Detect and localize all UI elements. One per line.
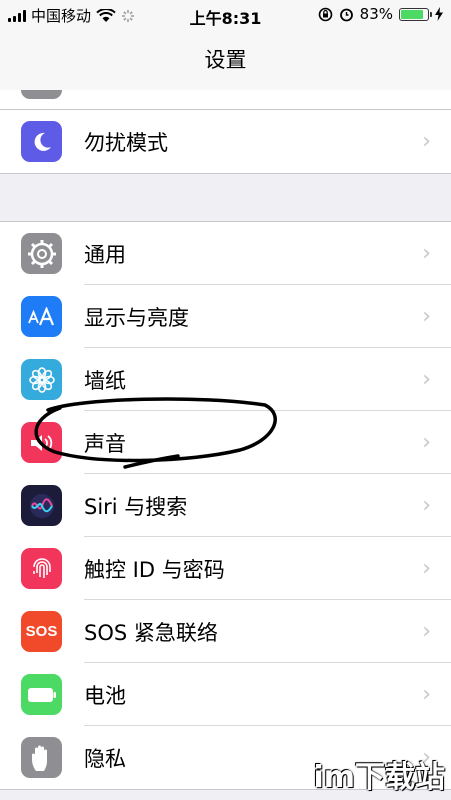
- settings-item-siri[interactable]: Siri 与搜索 ›: [0, 474, 451, 537]
- battery-icon: [21, 674, 62, 715]
- settings-item-sounds[interactable]: 声音 ›: [0, 411, 451, 474]
- settings-item-label: Siri 与搜索: [84, 494, 188, 519]
- watermark: im下载站: [313, 760, 445, 795]
- chevron-right-icon: ›: [422, 367, 431, 392]
- chevron-right-icon: ›: [422, 430, 431, 455]
- gear-icon: [21, 233, 62, 274]
- partial-row[interactable]: [0, 90, 451, 110]
- chevron-right-icon: ›: [422, 304, 431, 329]
- settings-item-label: 声音: [84, 431, 126, 456]
- battery-indicator-icon: [399, 7, 432, 21]
- settings-item-label: 勿扰模式: [84, 130, 168, 155]
- chevron-right-icon: ›: [422, 241, 431, 266]
- settings-item-label: 墙纸: [84, 368, 126, 393]
- status-bar: 中国移动 上午8:31 83%: [0, 0, 451, 30]
- charging-icon: [435, 7, 443, 21]
- battery-percent: 83%: [359, 5, 393, 23]
- settings-item-display[interactable]: 显示与亮度 ›: [0, 285, 451, 348]
- settings-item-battery[interactable]: 电池 ›: [0, 663, 451, 726]
- alarm-icon: [339, 8, 353, 21]
- settings-item-general[interactable]: 通用 ›: [0, 222, 451, 285]
- flower-icon: [21, 359, 62, 400]
- settings-item-label: 通用: [84, 242, 126, 267]
- speaker-icon: [21, 422, 62, 463]
- settings-item-touch-id[interactable]: 触控 ID 与密码 ›: [0, 537, 451, 600]
- fingerprint-icon: [21, 548, 62, 589]
- settings-item-sos[interactable]: SOS SOS 紧急联络 ›: [0, 600, 451, 663]
- settings-group-2: 通用 › 显示与亮度 › 墙纸 › 声音 › Siri 与搜索 › 触控 ID …: [0, 221, 451, 790]
- settings-item-label: 显示与亮度: [84, 305, 189, 330]
- status-right: 83%: [318, 5, 443, 23]
- chevron-right-icon: ›: [422, 493, 431, 518]
- chevron-right-icon: ›: [422, 129, 431, 154]
- page-title: 设置: [204, 48, 247, 72]
- settings-item-do-not-disturb[interactable]: 勿扰模式 ›: [0, 110, 451, 173]
- chevron-right-icon: ›: [422, 556, 431, 581]
- aa-icon: [21, 296, 62, 337]
- settings-item-label: 触控 ID 与密码: [84, 557, 225, 582]
- settings-item-label: SOS 紧急联络: [84, 620, 218, 645]
- siri-icon: [21, 485, 62, 526]
- sos-icon-text: SOS: [25, 623, 58, 640]
- navigation-bar: 设置: [0, 30, 451, 90]
- settings-item-wallpaper[interactable]: 墙纸 ›: [0, 348, 451, 411]
- settings-group-1: 勿扰模式 ›: [0, 109, 451, 174]
- chevron-right-icon: ›: [422, 619, 431, 644]
- settings-item-label: 电池: [84, 683, 126, 708]
- settings-item-label: 隐私: [84, 746, 126, 771]
- chevron-right-icon: ›: [422, 682, 431, 707]
- sos-icon: SOS: [21, 611, 62, 652]
- rotation-lock-icon: [318, 7, 332, 21]
- hand-icon: [21, 737, 62, 778]
- partial-icon: [21, 90, 62, 99]
- moon-icon: [21, 121, 62, 162]
